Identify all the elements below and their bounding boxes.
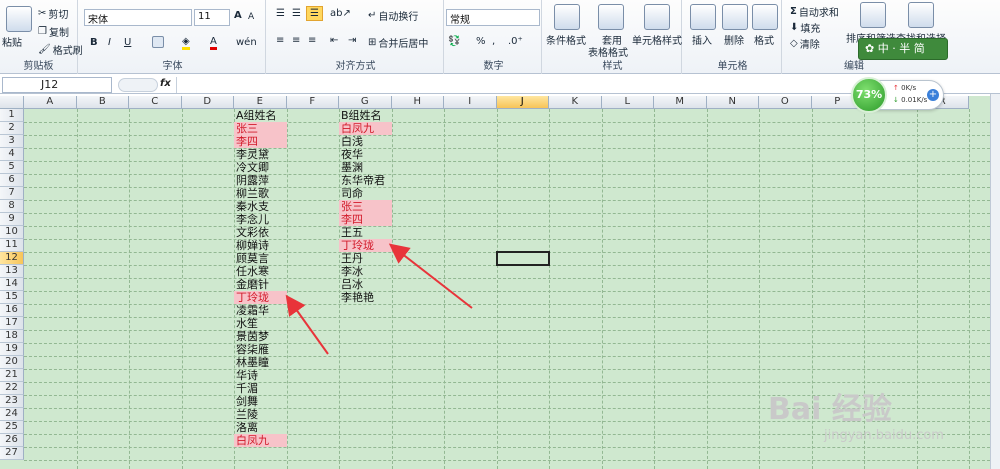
arrow-to-group-b	[388, 243, 473, 309]
watermark-brand: Bai 经验	[768, 392, 892, 427]
watermark-url: jingyan.baidu.com	[824, 428, 944, 443]
arrow-to-group-a	[285, 294, 329, 355]
